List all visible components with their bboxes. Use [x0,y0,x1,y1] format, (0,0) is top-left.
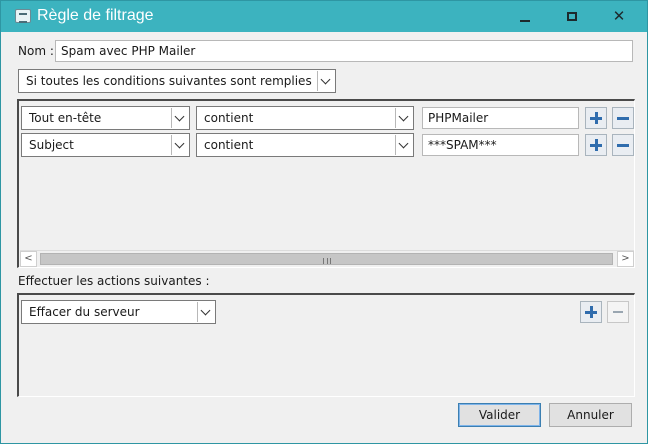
match-mode-select[interactable]: Si toutes les conditions suivantes sont … [18,69,336,93]
conditions-panel: Tout en-tête contient PHPMailer Subject … [17,99,635,268]
action-select[interactable]: Effacer du serveur [21,300,216,324]
actions-label: Effectuer les actions suivantes : [18,274,210,288]
chevron-down-icon [395,108,412,128]
conditions-horizontal-scrollbar[interactable]: < > [20,250,634,267]
condition-field-value: Subject [29,138,74,152]
match-mode-value: Si toutes les conditions suivantes sont … [26,74,312,88]
chevron-down-icon [171,135,188,155]
minus-icon [613,311,623,313]
condition-field-select[interactable]: Tout en-tête [21,106,190,130]
minimize-button[interactable] [502,1,548,32]
chevron-down-icon [197,302,214,322]
maximize-button[interactable] [549,1,595,32]
scroll-right-icon[interactable]: > [617,251,634,267]
minimize-icon [520,19,530,22]
grip-icon [322,258,331,264]
remove-action-button[interactable] [607,301,629,323]
window-title: Règle de filtrage [37,7,154,24]
close-icon: ✕ [612,7,626,25]
add-condition-button[interactable] [585,134,607,156]
condition-value-input[interactable]: PHPMailer [422,107,579,129]
remove-condition-button[interactable] [612,107,634,129]
app-icon [15,9,31,23]
remove-condition-button[interactable] [612,134,634,156]
condition-value-input[interactable]: ***SPAM*** [422,134,579,156]
scrollbar-thumb[interactable] [40,253,613,265]
scroll-left-icon[interactable]: < [20,251,37,267]
cancel-button[interactable]: Annuler [549,403,632,427]
add-condition-button[interactable] [585,107,607,129]
action-value: Effacer du serveur [29,305,140,319]
add-action-button[interactable] [580,301,602,323]
condition-operator-value: contient [204,138,254,152]
actions-panel: Effacer du serveur [17,293,635,397]
chevron-down-icon [171,108,188,128]
title-bar[interactable]: Règle de filtrage ✕ [1,1,647,32]
ok-button[interactable]: Valider [458,403,541,427]
condition-field-value: Tout en-tête [29,111,102,125]
minus-icon [617,143,629,147]
condition-operator-select[interactable]: contient [196,133,414,157]
filter-rule-dialog: Règle de filtrage ✕ Nom : Spam avec PHP … [0,0,648,444]
plus-icon [585,306,597,318]
plus-icon [590,139,602,151]
plus-icon [590,112,602,124]
minus-icon [617,116,629,120]
chevron-down-icon [395,135,412,155]
close-button[interactable]: ✕ [596,1,642,32]
maximize-icon [567,12,577,21]
condition-field-select[interactable]: Subject [21,133,190,157]
chevron-down-icon [317,71,334,91]
name-label: Nom : [18,44,54,58]
condition-operator-select[interactable]: contient [196,106,414,130]
condition-operator-value: contient [204,111,254,125]
name-input[interactable]: Spam avec PHP Mailer [55,40,633,62]
